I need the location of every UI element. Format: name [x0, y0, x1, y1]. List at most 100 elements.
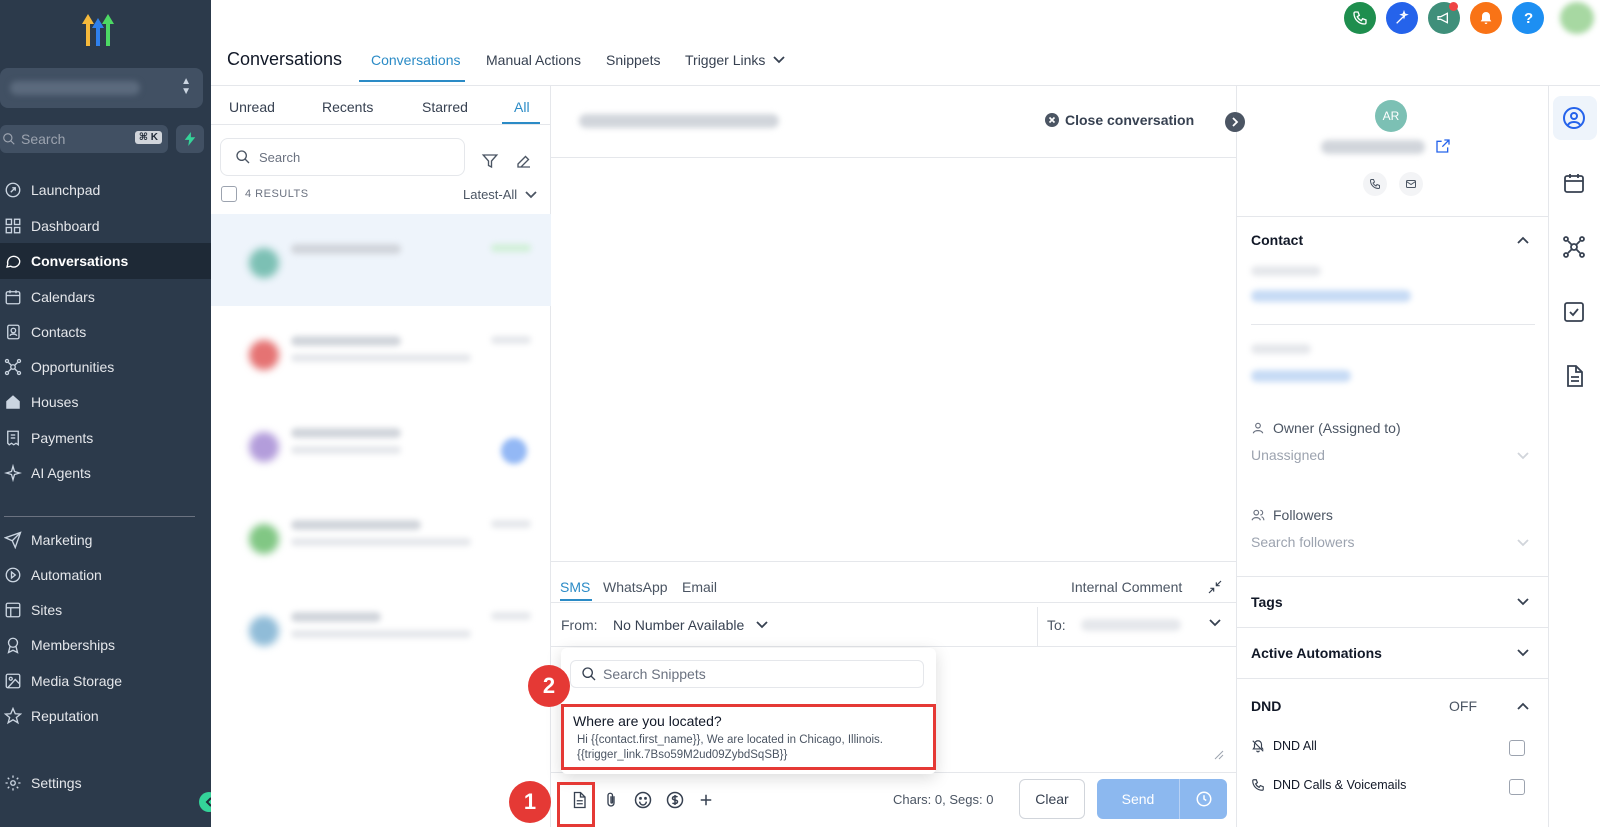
list-tab-recents[interactable]: Recents: [322, 99, 373, 115]
message-preview-redacted: [291, 354, 471, 362]
minimize-composer-button[interactable]: [1207, 579, 1223, 595]
owner-select[interactable]: Unassigned: [1251, 447, 1325, 463]
sidebar-item-conversations[interactable]: Conversations: [0, 243, 211, 279]
dnd-all-label: DND All: [1273, 739, 1317, 753]
attach-button[interactable]: [602, 790, 620, 810]
sidebar-item-media-storage[interactable]: Media Storage: [0, 663, 211, 699]
list-tab-all[interactable]: All: [514, 99, 530, 115]
conversation-row[interactable]: [211, 582, 551, 674]
toggle-details-button[interactable]: [1225, 112, 1245, 132]
automations-toggle[interactable]: [1517, 649, 1529, 657]
resize-handle[interactable]: [1214, 750, 1224, 760]
conversation-row[interactable]: [211, 214, 551, 306]
tab-trigger-links[interactable]: Trigger Links: [685, 52, 786, 68]
to-select[interactable]: [1209, 619, 1221, 627]
clock-icon: [1196, 791, 1211, 807]
followers-search[interactable]: Search followers: [1251, 534, 1355, 550]
conversation-row[interactable]: [211, 398, 551, 490]
list-tab-starred[interactable]: Starred: [422, 99, 468, 115]
payment-button[interactable]: [665, 790, 685, 810]
emoji-button[interactable]: [633, 790, 653, 810]
sparkle-icon: [4, 464, 22, 482]
help-button[interactable]: ?: [1512, 2, 1544, 34]
ai-assist-button[interactable]: [1386, 2, 1418, 34]
snippet-title: Where are you located?: [573, 713, 722, 729]
composer-tab-email[interactable]: Email: [682, 579, 717, 595]
sidebar-item-marketing[interactable]: Marketing: [0, 522, 211, 558]
sidebar-item-payments[interactable]: Payments: [0, 420, 211, 456]
time-redacted: [491, 520, 531, 528]
conversation-search-input[interactable]: Search: [220, 138, 465, 176]
composer-tab-whatsapp[interactable]: WhatsApp: [603, 579, 668, 595]
tags-section-title[interactable]: Tags: [1251, 594, 1283, 610]
new-conversation-button[interactable]: [515, 152, 533, 170]
select-all-checkbox[interactable]: [221, 186, 237, 202]
open-contact-button[interactable]: [1435, 138, 1451, 154]
rail-opportunities-button[interactable]: [1562, 235, 1586, 259]
sidebar-item-sites[interactable]: Sites: [0, 592, 211, 628]
star-icon: [4, 707, 22, 725]
sidebar-item-houses[interactable]: Houses: [0, 384, 211, 420]
filter-button[interactable]: [481, 152, 499, 170]
tab-conversations[interactable]: Conversations: [371, 52, 461, 68]
email-contact-button[interactable]: [1399, 172, 1423, 196]
sidebar-item-launchpad[interactable]: Launchpad: [0, 172, 211, 208]
bell-icon: [1480, 12, 1492, 24]
conversation-row[interactable]: [211, 490, 551, 582]
phone-button[interactable]: [1344, 2, 1376, 34]
dnd-status: OFF: [1449, 698, 1477, 714]
sort-dropdown[interactable]: Latest-All: [463, 187, 537, 202]
clear-button[interactable]: Clear: [1019, 779, 1085, 819]
composer-tab-sms[interactable]: SMS: [560, 579, 590, 595]
send-button[interactable]: Send: [1097, 779, 1179, 819]
conversation-row[interactable]: [211, 306, 551, 398]
more-options-button[interactable]: [697, 790, 715, 810]
contact-section-toggle[interactable]: [1517, 236, 1529, 244]
sidebar-item-settings[interactable]: Settings: [0, 765, 211, 801]
tags-toggle[interactable]: [1517, 598, 1529, 606]
account-switcher[interactable]: ▲ ▼: [0, 68, 203, 108]
snippet-search-input[interactable]: Search Snippets: [570, 660, 924, 688]
rail-contact-button[interactable]: [1562, 106, 1586, 130]
from-select[interactable]: No Number Available: [613, 617, 768, 633]
sidebar-item-automation[interactable]: Automation: [0, 557, 211, 593]
results-count: 4 RESULTS: [245, 188, 309, 200]
sidebar-item-calendars[interactable]: Calendars: [0, 279, 211, 315]
sidebar-item-dashboard[interactable]: Dashboard: [0, 208, 211, 244]
dnd-toggle[interactable]: [1517, 702, 1529, 710]
house-icon: [6, 395, 20, 409]
sidebar-item-ai-agents[interactable]: AI Agents: [0, 455, 211, 491]
user-avatar[interactable]: [1560, 2, 1594, 34]
rail-notes-button[interactable]: [1562, 364, 1586, 388]
internal-comment-tab[interactable]: Internal Comment: [1071, 579, 1182, 595]
close-conversation-button[interactable]: Close conversation: [1045, 112, 1194, 128]
quick-action-button[interactable]: [176, 125, 204, 153]
automations-section-title[interactable]: Active Automations: [1251, 645, 1382, 661]
dnd-all-checkbox[interactable]: [1509, 740, 1525, 756]
list-tab-unread[interactable]: Unread: [229, 99, 275, 115]
chevron-down-icon: [1517, 539, 1529, 547]
search-icon: [582, 667, 596, 681]
schedule-send-button[interactable]: [1179, 779, 1227, 819]
tab-snippets[interactable]: Snippets: [606, 52, 660, 68]
notifications-button[interactable]: [1470, 2, 1502, 34]
owner-dropdown[interactable]: [1517, 452, 1529, 460]
contact-section-title[interactable]: Contact: [1251, 232, 1303, 248]
sidebar-item-contacts[interactable]: Contacts: [0, 314, 211, 350]
app-logo[interactable]: [78, 12, 118, 48]
announcements-button[interactable]: [1428, 2, 1460, 34]
sidebar-search[interactable]: Search ⌘ K: [0, 125, 168, 153]
tab-manual-actions[interactable]: Manual Actions: [486, 52, 581, 68]
dnd-section-title[interactable]: DND: [1251, 698, 1281, 714]
sidebar-item-reputation[interactable]: Reputation: [0, 698, 211, 734]
rail-tasks-button[interactable]: [1562, 300, 1586, 324]
message-preview-redacted: [291, 538, 471, 546]
call-contact-button[interactable]: [1363, 172, 1387, 196]
sidebar-item-opportunities[interactable]: Opportunities: [0, 349, 211, 385]
rail-calendar-button[interactable]: [1562, 171, 1586, 195]
sidebar-search-placeholder: Search: [21, 131, 66, 147]
dnd-calls-checkbox[interactable]: [1509, 779, 1525, 795]
snippet-item[interactable]: Where are you located? Hi {{contact.firs…: [561, 704, 936, 770]
followers-dropdown[interactable]: [1517, 539, 1529, 547]
sidebar-item-memberships[interactable]: Memberships: [0, 627, 211, 663]
